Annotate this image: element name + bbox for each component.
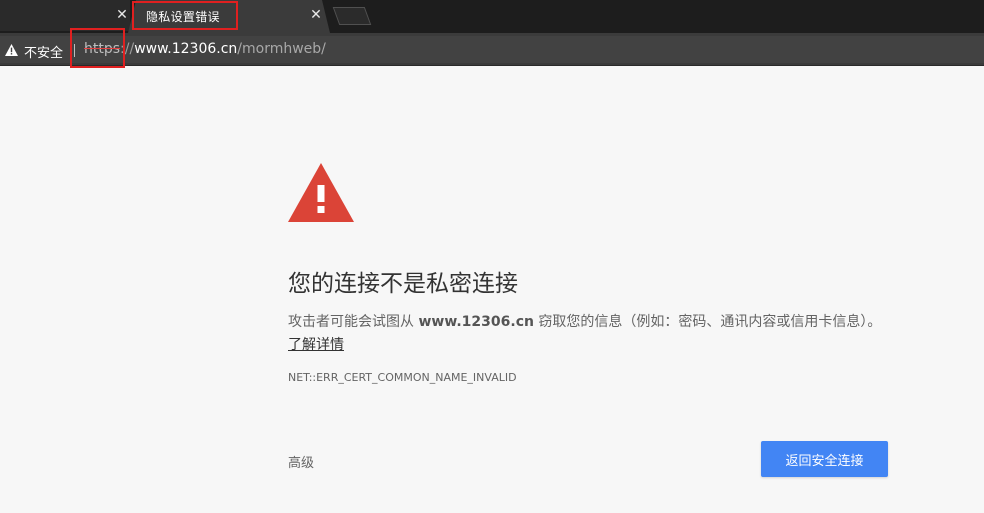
description-suffix: 窃取您的信息（例如：密码、通讯内容或信用卡信息）。: [533, 314, 882, 330]
highlight-box-https: [70, 28, 125, 68]
tab-strip: ✕ 隐私设置错误 ✕: [0, 0, 984, 33]
description-prefix: 攻击者可能会试图从: [288, 314, 419, 330]
tab-previous[interactable]: [0, 0, 130, 31]
warning-triangle-icon[interactable]: [5, 44, 18, 56]
warning-triangle-icon: [288, 163, 354, 222]
error-code: NET::ERR_CERT_COMMON_NAME_INVALID: [288, 371, 517, 384]
learn-more-link[interactable]: 了解详情: [288, 337, 344, 353]
tab-close-icon[interactable]: ✕: [115, 6, 129, 24]
page-description: 攻击者可能会试图从 www.12306.cn 窃取您的信息（例如：密码、通讯内容…: [288, 311, 888, 357]
address-bar[interactable]: 不安全 https://www.12306.cn/mormhweb/: [0, 36, 984, 63]
toolbar: 不安全 https://www.12306.cn/mormhweb/: [0, 33, 984, 66]
url-host: www.12306.cn: [134, 41, 238, 57]
highlight-box-tab-title: [132, 1, 238, 30]
new-tab-button[interactable]: [332, 7, 372, 25]
security-label[interactable]: 不安全: [24, 42, 63, 61]
back-to-safety-button[interactable]: 返回安全连接: [761, 441, 888, 477]
tab-close-icon[interactable]: ✕: [309, 6, 323, 24]
page-title: 您的连接不是私密连接: [288, 271, 518, 297]
description-host: www.12306.cn: [418, 314, 534, 330]
advanced-button[interactable]: 高级: [288, 452, 314, 471]
url-path: /mormhweb/: [237, 41, 326, 57]
